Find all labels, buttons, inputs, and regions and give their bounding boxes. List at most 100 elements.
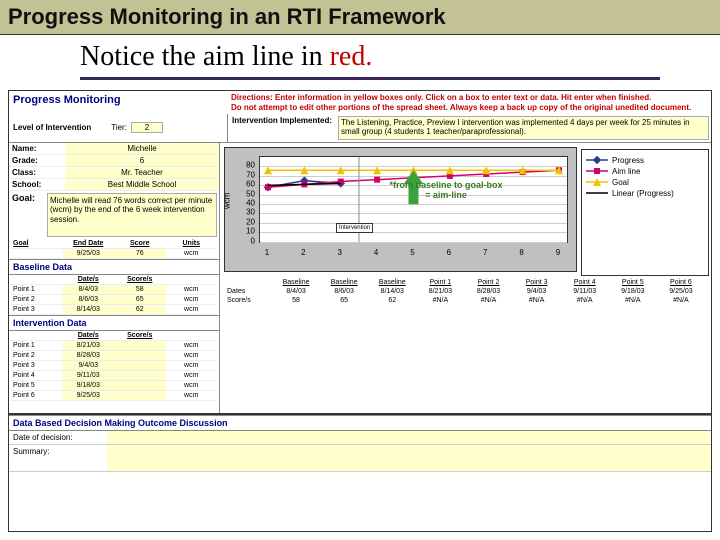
intervention-table: Date/sScore/s Point 18/21/03wcm Point 28… [11, 331, 217, 401]
goal-table: GoalEnd DateScoreUnits 9/25/0376wcm [11, 239, 217, 259]
legend-label-goal: Goal [612, 178, 629, 187]
discussion-section: Data Based Decision Making Outcome Discu… [9, 413, 711, 472]
level-label: Level of Intervention [13, 123, 91, 132]
underline-rule [80, 77, 660, 80]
bl-p2: Point 2 [11, 295, 63, 305]
int-h2: Score/s [114, 331, 166, 341]
right-panel: wcm *from baseline to goal-box = aim-lin… [220, 143, 711, 413]
header-row: Progress Monitoring Directions: Enter in… [9, 91, 711, 114]
level-row: Level of Intervention Tier: 2 Interventi… [9, 114, 711, 143]
int-d1[interactable]: 8/21/03 [63, 341, 115, 351]
legend-label-progress: Progress [612, 156, 644, 165]
int-d6[interactable]: 9/25/03 [63, 391, 115, 401]
bl-u2: wcm [166, 295, 218, 305]
school-label: School: [9, 179, 65, 190]
int-s2[interactable] [114, 351, 166, 361]
bottom-data-table: BaselineBaselineBaselinePoint 1Point 2Po… [220, 276, 711, 413]
left-panel: Name:Michelle Grade:6 Class:Mr. Teacher … [9, 143, 220, 413]
baseline-table: Date/sScore/s Point 18/4/0358wcm Point 2… [11, 275, 217, 315]
goal-h4: Units [166, 239, 218, 249]
bl-p1: Point 1 [11, 285, 63, 295]
int-s4[interactable] [114, 371, 166, 381]
class-label: Class: [9, 167, 65, 178]
int-p5: Point 5 [11, 381, 63, 391]
intervention-marker: Intervention [336, 223, 373, 233]
int-h1: Date/s [63, 331, 115, 341]
goal-h1: Goal [11, 239, 63, 249]
legend: Progress Aim line Goal Linear (Progress) [581, 149, 709, 276]
tier-value[interactable]: 2 [131, 122, 163, 133]
intervention-cell: Intervention Implemented: The Listening,… [228, 114, 711, 142]
bl-s1[interactable]: 58 [114, 285, 166, 295]
int-u6: wcm [166, 391, 218, 401]
int-s1[interactable] [114, 341, 166, 351]
goal-text[interactable]: Michelle will read 76 words correct per … [47, 193, 217, 237]
goal-label: Goal: [9, 191, 45, 239]
spreadsheet: Progress Monitoring Directions: Enter in… [8, 90, 712, 532]
discussion-heading: Data Based Decision Making Outcome Discu… [9, 415, 711, 431]
intervention-text[interactable]: The Listening, Practice, Preview I inter… [338, 116, 709, 140]
int-p2: Point 2 [11, 351, 63, 361]
tier-label: Tier: [111, 123, 127, 132]
subtitle: Notice the aim line in red. [0, 35, 720, 77]
int-p6: Point 6 [11, 391, 63, 401]
baseline-h1: Date/s [63, 275, 115, 285]
summary-label: Summary: [9, 445, 107, 471]
int-d4[interactable]: 9/11/03 [63, 371, 115, 381]
bl-d1[interactable]: 8/4/03 [63, 285, 115, 295]
subtitle-text: Notice the aim line in [80, 41, 330, 72]
bl-p3: Point 3 [11, 305, 63, 315]
int-u5: wcm [166, 381, 218, 391]
int-d5[interactable]: 9/18/03 [63, 381, 115, 391]
legend-item-aimline: Aim line [586, 167, 704, 176]
int-u1: wcm [166, 341, 218, 351]
int-d3[interactable]: 9/4/03 [63, 361, 115, 371]
goal-date[interactable]: 9/25/03 [63, 249, 115, 259]
school-value[interactable]: Best Middle School [65, 179, 219, 190]
grade-label: Grade: [9, 155, 65, 166]
bl-d2[interactable]: 8/6/03 [63, 295, 115, 305]
directions-line1: Directions: Enter information in yellow … [231, 93, 707, 103]
intervention-label: Intervention Implemented: [228, 114, 336, 142]
subtitle-red: red. [330, 41, 373, 72]
int-u3: wcm [166, 361, 218, 371]
int-p3: Point 3 [11, 361, 63, 371]
bl-s3[interactable]: 62 [114, 305, 166, 315]
int-p4: Point 4 [11, 371, 63, 381]
name-label: Name: [9, 143, 65, 154]
legend-label-aimline: Aim line [612, 167, 640, 176]
legend-item-goal: Goal [586, 178, 704, 187]
baseline-heading: Baseline Data [9, 259, 219, 275]
goal-h3: Score [114, 239, 166, 249]
name-value[interactable]: Michelle [65, 143, 219, 154]
level-cell: Level of Intervention Tier: 2 [9, 114, 228, 142]
legend-label-linear: Linear (Progress) [612, 189, 674, 198]
grade-value[interactable]: 6 [65, 155, 219, 166]
int-s3[interactable] [114, 361, 166, 371]
bl-d3[interactable]: 8/14/03 [63, 305, 115, 315]
decision-date-value[interactable] [107, 431, 711, 444]
slide: Progress Monitoring in an RTI Framework … [0, 0, 720, 540]
legend-item-linear: Linear (Progress) [586, 189, 704, 198]
directions: Directions: Enter information in yellow … [227, 91, 711, 114]
int-s5[interactable] [114, 381, 166, 391]
slide-title: Progress Monitoring in an RTI Framework [8, 4, 712, 30]
baseline-h2: Score/s [114, 275, 166, 285]
decision-date-label: Date of decision: [9, 431, 107, 444]
sheet-heading: Progress Monitoring [9, 91, 227, 114]
chart-wrap: wcm *from baseline to goal-box = aim-lin… [220, 143, 711, 276]
bl-s2[interactable]: 65 [114, 295, 166, 305]
int-d2[interactable]: 8/28/03 [63, 351, 115, 361]
main-row: Name:Michelle Grade:6 Class:Mr. Teacher … [9, 143, 711, 413]
class-value[interactable]: Mr. Teacher [65, 167, 219, 178]
intervention-heading: Intervention Data [9, 315, 219, 331]
goal-score[interactable]: 76 [114, 249, 166, 259]
int-u2: wcm [166, 351, 218, 361]
goal-h2: End Date [63, 239, 115, 249]
bl-u1: wcm [166, 285, 218, 295]
directions-line2: Do not attempt to edit other portions of… [231, 103, 707, 113]
summary-value[interactable] [107, 445, 711, 471]
legend-item-progress: Progress [586, 156, 704, 165]
title-bar: Progress Monitoring in an RTI Framework [0, 0, 720, 35]
int-s6[interactable] [114, 391, 166, 401]
